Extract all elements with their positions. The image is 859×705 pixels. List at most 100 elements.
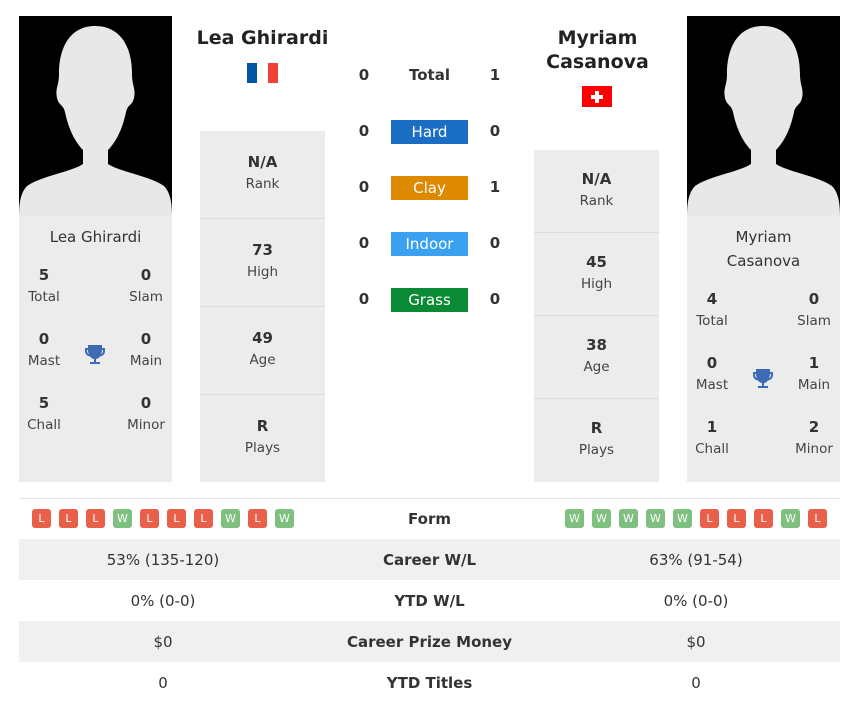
player1-stat-chall: 5 Chall — [19, 392, 69, 436]
stat-value: 0 — [140, 394, 152, 412]
surface-hard-button[interactable]: Hard — [391, 120, 468, 144]
form-loss-badge[interactable]: L — [167, 509, 186, 528]
player2-name-line1: Myriam — [557, 27, 638, 49]
ytd-titles-row: 0 YTD Titles 0 — [19, 662, 840, 703]
form-win-badge[interactable]: W — [646, 509, 665, 528]
form-label: Form — [408, 509, 451, 528]
info-label: High — [580, 276, 613, 292]
form-win-badge[interactable]: W — [619, 509, 638, 528]
player2-stat-minor: 2 Minor — [789, 416, 839, 460]
player1-stat-minor: 0 Minor — [121, 392, 171, 436]
player2-stat-slam: 0 Slam — [789, 288, 839, 332]
form-win-badge[interactable]: W — [592, 509, 611, 528]
surface-grass-button[interactable]: Grass — [391, 288, 468, 312]
stat-value: 2 — [808, 418, 820, 436]
row-label: YTD W/L — [394, 591, 465, 610]
form-loss-badge[interactable]: L — [808, 509, 827, 528]
player2-info-box: N/A Rank 45 High 38 Age R Plays — [534, 150, 659, 482]
form-loss-badge[interactable]: L — [727, 509, 746, 528]
player2-value: 0 — [691, 673, 701, 692]
player1-stat-mast: 0 Mast — [19, 328, 69, 372]
player2-name-line2: Casanova — [546, 51, 649, 73]
stat-value: 5 — [38, 266, 50, 284]
player2-age: 38 Age — [534, 316, 659, 399]
h2h-clay-p2: 1 — [489, 178, 501, 196]
player2-stat-total: 4 Total — [687, 288, 737, 332]
trophy-icon — [751, 366, 775, 394]
player1-photo — [19, 16, 172, 216]
player1-stat-total: 5 Total — [19, 264, 69, 308]
career-wl-row: 53% (135-120) Career W/L 63% (91-54) — [19, 539, 840, 580]
player1-name[interactable]: Lea Ghirardi — [185, 26, 340, 50]
player2-card-name-line2: Casanova — [726, 252, 801, 270]
ytd-wl-row: 0% (0-0) YTD W/L 0% (0-0) — [19, 580, 840, 621]
row-label: Career W/L — [382, 550, 477, 569]
stat-label: Main — [797, 377, 831, 393]
stat-label: Mast — [695, 377, 729, 393]
player1-value: $0 — [153, 632, 173, 651]
h2h-hard-p1: 0 — [358, 122, 370, 140]
stat-label: Total — [696, 313, 728, 329]
stat-value: 1 — [706, 418, 718, 436]
surface-indoor-button[interactable]: Indoor — [391, 232, 468, 256]
row-label: Career Prize Money — [346, 632, 512, 651]
form-row: LLLWLLLWLW Form WWWWWLLLWL — [19, 498, 840, 539]
info-value: R — [256, 417, 269, 435]
stat-label: Slam — [129, 289, 163, 305]
form-loss-badge[interactable]: L — [32, 509, 51, 528]
info-label: High — [246, 264, 279, 280]
stat-label: Chall — [27, 417, 61, 433]
career-prize-row: $0 Career Prize Money $0 — [19, 621, 840, 662]
stat-label: Total — [28, 289, 60, 305]
form-loss-badge[interactable]: L — [248, 509, 267, 528]
form-win-badge[interactable]: W — [565, 509, 584, 528]
player2-card-name[interactable]: Myriam Casanova — [687, 225, 840, 273]
player2-name[interactable]: Myriam Casanova — [520, 26, 675, 74]
info-label: Plays — [578, 442, 615, 458]
stat-label: Minor — [795, 441, 833, 457]
info-value: 38 — [586, 336, 607, 354]
form-win-badge[interactable]: W — [781, 509, 800, 528]
h2h-indoor-p1: 0 — [358, 234, 370, 252]
player2-plays: R Plays — [534, 399, 659, 482]
form-loss-badge[interactable]: L — [700, 509, 719, 528]
player1-rank: N/A Rank — [200, 131, 325, 219]
player1-form: LLLWLLLWLW — [19, 509, 307, 528]
h2h-total-label: Total — [409, 66, 450, 84]
stat-value: 1 — [808, 354, 820, 372]
player2-photo — [687, 16, 840, 216]
form-loss-badge[interactable]: L — [86, 509, 105, 528]
player1-stat-main: 0 Main — [121, 328, 171, 372]
form-loss-badge[interactable]: L — [59, 509, 78, 528]
form-loss-badge[interactable]: L — [140, 509, 159, 528]
player1-value: 0% (0-0) — [130, 591, 196, 610]
surface-clay-button[interactable]: Clay — [391, 176, 468, 200]
player2-stat-mast: 0 Mast — [687, 352, 737, 396]
form-loss-badge[interactable]: L — [754, 509, 773, 528]
player2-value: $0 — [686, 632, 706, 651]
info-value: 49 — [252, 329, 273, 347]
form-win-badge[interactable]: W — [275, 509, 294, 528]
h2h-total-p2: 1 — [489, 66, 501, 84]
h2h-grass-p2: 0 — [489, 290, 501, 308]
form-win-badge[interactable]: W — [221, 509, 240, 528]
stat-value: 4 — [706, 290, 718, 308]
h2h-indoor-p2: 0 — [489, 234, 501, 252]
form-win-badge[interactable]: W — [113, 509, 132, 528]
player2-silhouette-icon — [687, 16, 840, 216]
h2h-hard-p2: 0 — [489, 122, 501, 140]
info-value: N/A — [247, 153, 278, 171]
stat-value: 0 — [706, 354, 718, 372]
player2-stat-chall: 1 Chall — [687, 416, 737, 460]
info-value: R — [590, 419, 603, 437]
player2-value: 0% (0-0) — [663, 591, 729, 610]
form-win-badge[interactable]: W — [673, 509, 692, 528]
stat-label: Slam — [797, 313, 831, 329]
info-label: Rank — [579, 193, 614, 209]
form-loss-badge[interactable]: L — [194, 509, 213, 528]
player2-rank: N/A Rank — [534, 150, 659, 233]
player1-card-name[interactable]: Lea Ghirardi — [19, 225, 172, 249]
player2-high: 45 High — [534, 233, 659, 316]
stat-value: 0 — [808, 290, 820, 308]
info-value: 73 — [252, 241, 273, 259]
